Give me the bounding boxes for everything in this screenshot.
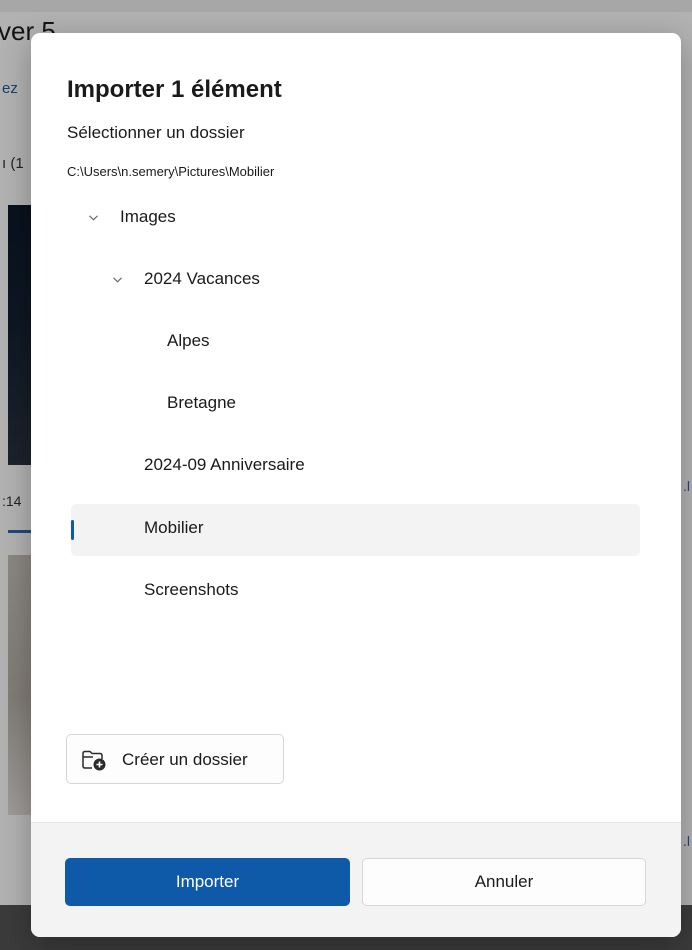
- cancel-button[interactable]: Annuler: [362, 858, 646, 906]
- tree-item-label: Bretagne: [167, 393, 236, 412]
- import-dialog: Importer 1 élément Sélectionner un dossi…: [31, 33, 681, 937]
- folder-path: C:\Users\n.semery\Pictures\Mobilier: [67, 164, 275, 179]
- chevron-down-icon[interactable]: [89, 215, 98, 223]
- tree-item-label: 2024 Vacances: [144, 269, 260, 288]
- tree-item-mobilier[interactable]: Mobilier: [71, 504, 640, 556]
- folder-add-icon: [81, 748, 107, 772]
- selection-indicator: [71, 520, 74, 540]
- tree-item-2024-vacances[interactable]: 2024 Vacances: [71, 255, 640, 307]
- new-folder-button[interactable]: Créer un dossier: [66, 734, 284, 784]
- tree-item-label: 2024-09 Anniversaire: [144, 455, 305, 474]
- tree-item-label: Images: [120, 207, 176, 226]
- dialog-footer: Importer Annuler: [31, 822, 681, 937]
- dialog-title: Importer 1 élément: [67, 76, 282, 103]
- dialog-subtitle: Sélectionner un dossier: [67, 123, 245, 142]
- chevron-down-icon[interactable]: [113, 277, 122, 285]
- tree-item-label: Alpes: [167, 331, 210, 350]
- tree-item-screenshots[interactable]: Screenshots: [71, 566, 640, 618]
- tree-item-2024-09-anniversaire[interactable]: 2024-09 Anniversaire: [71, 441, 640, 493]
- tree-item-bretagne[interactable]: Bretagne: [71, 379, 640, 431]
- tree-item-images[interactable]: Images: [71, 193, 640, 245]
- tree-item-label: Mobilier: [144, 518, 204, 537]
- import-button[interactable]: Importer: [65, 858, 350, 906]
- tree-item-alpes[interactable]: Alpes: [71, 317, 640, 369]
- new-folder-label: Créer un dossier: [122, 750, 248, 769]
- tree-item-label: Screenshots: [144, 580, 239, 599]
